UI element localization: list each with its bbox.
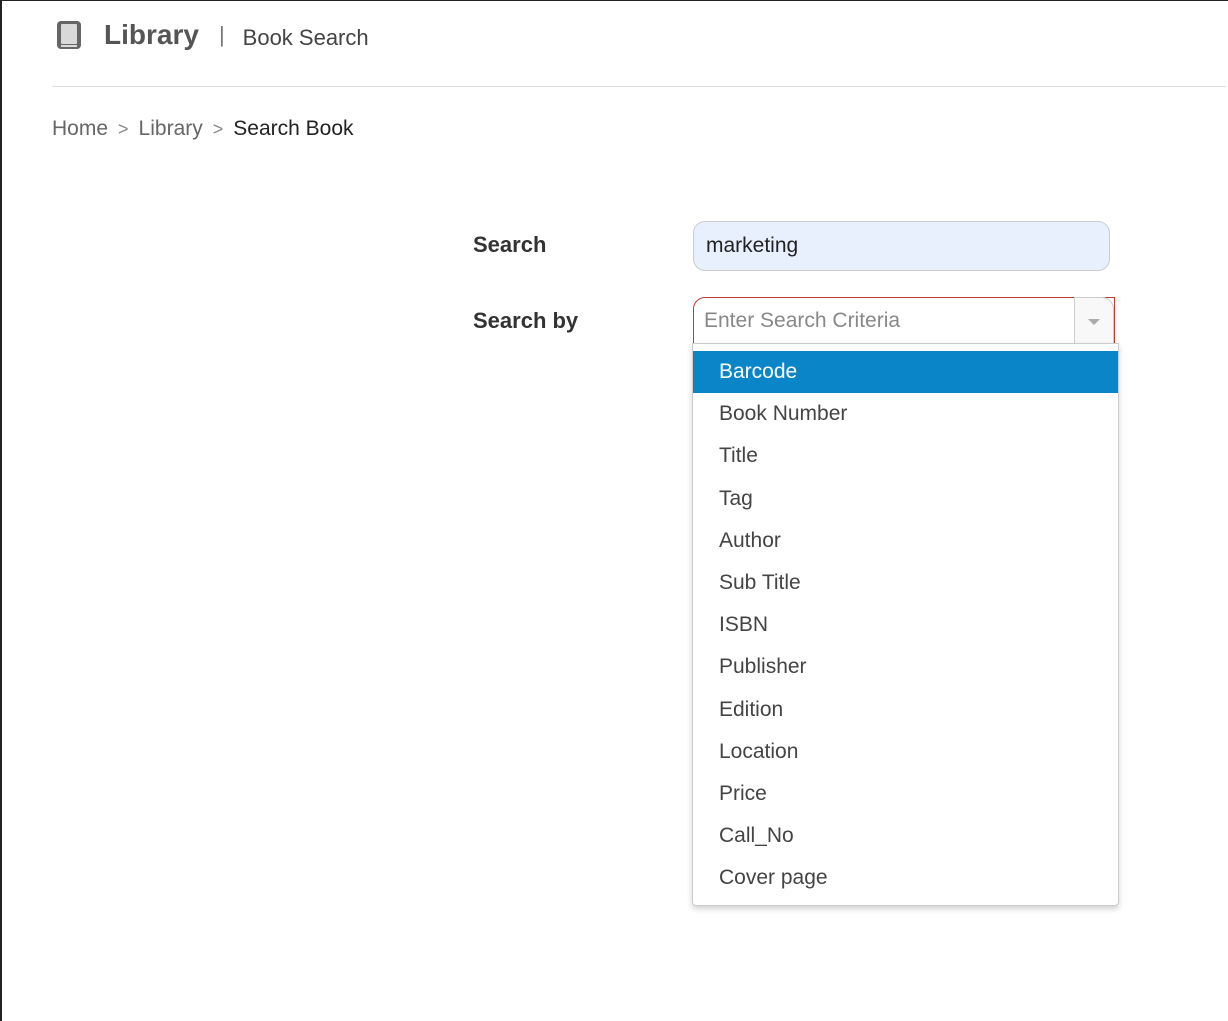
- page-header: Library | Book Search: [56, 15, 369, 55]
- dropdown-option-edition[interactable]: Edition: [693, 689, 1118, 731]
- dropdown-option-location[interactable]: Location: [693, 731, 1118, 773]
- dropdown-option-author[interactable]: Author: [693, 520, 1118, 562]
- dropdown-option-sub-title[interactable]: Sub Title: [693, 562, 1118, 604]
- dropdown-option-isbn[interactable]: ISBN: [693, 604, 1118, 646]
- breadcrumb-library[interactable]: Library: [139, 117, 203, 141]
- breadcrumb-home[interactable]: Home: [52, 117, 108, 141]
- search-by-input[interactable]: [704, 298, 1064, 344]
- dropdown-option-publisher[interactable]: Publisher: [693, 646, 1118, 688]
- dropdown-option-book-number[interactable]: Book Number: [693, 393, 1118, 435]
- page-subtitle: Book Search: [242, 25, 369, 50]
- dropdown-option-call-no[interactable]: Call_No: [693, 815, 1118, 857]
- search-by-select[interactable]: [693, 297, 1115, 345]
- dropdown-option-title[interactable]: Title: [693, 435, 1118, 477]
- breadcrumb-separator: >: [212, 118, 224, 139]
- breadcrumb-separator: >: [118, 118, 129, 139]
- search-by-label: Search by: [473, 308, 579, 333]
- dropdown-option-price[interactable]: Price: [693, 773, 1118, 815]
- dropdown-option-cover-page[interactable]: Cover page: [693, 857, 1118, 899]
- breadcrumb: Home > Library > Search Book: [52, 117, 354, 141]
- book-icon: [56, 20, 82, 50]
- search-by-toggle[interactable]: [1074, 297, 1114, 345]
- chevron-down-icon: [1088, 318, 1100, 325]
- search-by-dropdown: Barcode Book Number Title Tag Author Sub…: [692, 343, 1119, 906]
- dropdown-option-barcode[interactable]: Barcode: [693, 351, 1118, 394]
- search-input[interactable]: [693, 221, 1110, 271]
- search-label: Search: [473, 232, 547, 257]
- title-separator: |: [218, 22, 225, 47]
- app-title: Library: [104, 19, 199, 50]
- page-frame: Library | Book Search Home > Library > S…: [0, 0, 1228, 1021]
- dropdown-option-tag[interactable]: Tag: [693, 478, 1118, 520]
- breadcrumb-current: Search Book: [233, 117, 354, 140]
- header-divider: [52, 86, 1226, 87]
